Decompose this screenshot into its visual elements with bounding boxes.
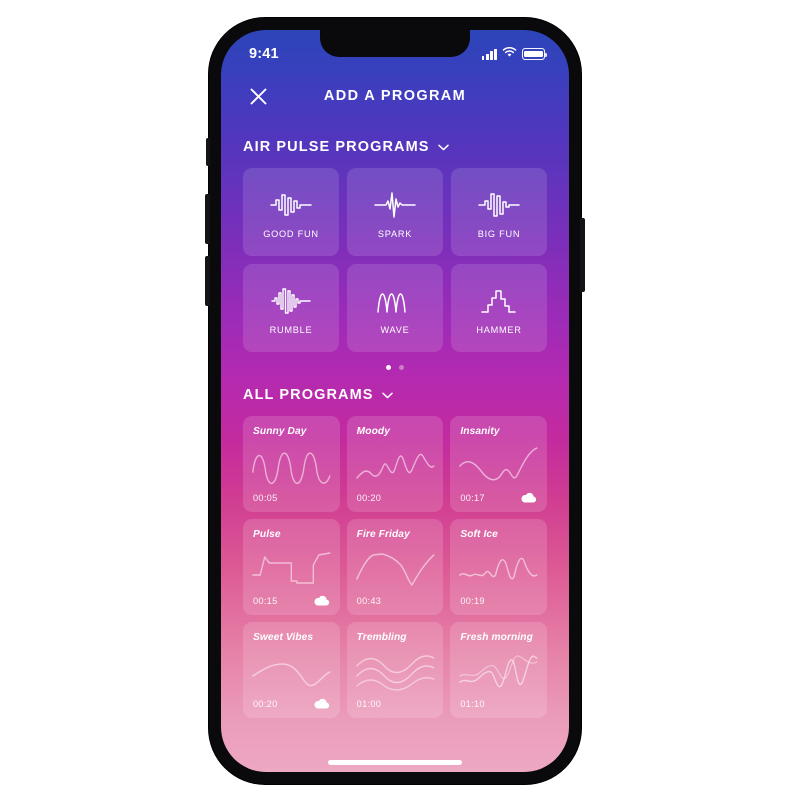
program-waveform — [355, 453, 435, 479]
program-duration: 00:15 — [253, 596, 278, 606]
program-name: Sunny Day — [253, 426, 307, 437]
air-pulse-section-label: AIR PULSE PROGRAMS — [243, 139, 430, 155]
program-card[interactable]: Moody 00:20 — [346, 416, 444, 512]
program-card[interactable]: Sunny Day 00:05 — [243, 416, 340, 512]
program-name: Fire Friday — [356, 529, 410, 540]
cloud-upload-icon[interactable] — [312, 592, 331, 608]
waveform-dense-bars-icon — [269, 281, 313, 321]
screenshot-canvas: 9:41 ADD A PROGRAM AIR PULSE PROGRAMS GO… — [0, 0, 800, 800]
air-pulse-card-hammer[interactable]: HAMMER — [451, 264, 547, 352]
all-programs-grid: Sunny Day 00:05 Moody 00:20 Insanity 00:… — [243, 416, 547, 718]
status-icon-group — [481, 45, 548, 63]
program-duration: 00:17 — [460, 493, 485, 503]
program-duration: 01:00 — [356, 699, 382, 709]
program-waveform — [252, 552, 331, 584]
waveform-ecg-spike-icon — [373, 185, 417, 225]
air-pulse-card-good-fun[interactable]: GOOD FUN — [243, 168, 339, 256]
waveform-staircase-icon — [477, 281, 521, 321]
home-indicator[interactable] — [328, 760, 462, 765]
program-waveform — [252, 452, 331, 484]
program-waveform — [355, 655, 435, 691]
carousel-pagination[interactable] — [243, 365, 547, 370]
program-duration: 00:19 — [460, 596, 485, 606]
program-name: Fresh morning — [460, 632, 533, 643]
program-card[interactable]: Trembling 01:00 — [346, 622, 444, 718]
program-card[interactable]: Soft Ice 00:19 — [450, 519, 547, 615]
pagination-dot-2[interactable] — [399, 365, 404, 370]
program-waveform — [252, 663, 331, 687]
cloud-upload-icon[interactable] — [519, 489, 538, 505]
air-pulse-label: WAVE — [380, 325, 410, 335]
screen-content: AIR PULSE PROGRAMS GOOD FUN SPARK BIG FU… — [221, 122, 569, 772]
program-duration: 00:05 — [253, 493, 278, 503]
program-waveform — [459, 655, 538, 688]
pagination-dot-1[interactable] — [386, 365, 391, 370]
wifi-icon — [502, 45, 517, 63]
air-pulse-card-wave[interactable]: WAVE — [347, 264, 443, 352]
cellular-bars-icon — [481, 48, 497, 60]
air-pulse-card-big-fun[interactable]: BIG FUN — [451, 168, 547, 256]
program-duration: 00:20 — [253, 699, 278, 709]
device-notch — [320, 30, 470, 57]
air-pulse-label: SPARK — [377, 229, 413, 239]
close-x-icon[interactable] — [243, 81, 273, 111]
air-pulse-grid: GOOD FUN SPARK BIG FUN RUMBLE WAVE HAMME… — [243, 168, 547, 352]
all-programs-section-header[interactable]: ALL PROGRAMS — [243, 386, 547, 404]
chevron-down-icon[interactable] — [381, 386, 393, 404]
phone-screen: 9:41 ADD A PROGRAM AIR PULSE PROGRAMS GO… — [221, 30, 569, 772]
program-name: Sweet Vibes — [253, 632, 314, 643]
program-card[interactable]: Pulse 00:15 — [243, 519, 340, 615]
program-waveform — [459, 557, 538, 580]
air-pulse-label: BIG FUN — [477, 229, 521, 239]
volume-down-button[interactable] — [205, 256, 210, 306]
chevron-down-icon[interactable] — [437, 138, 449, 156]
program-name: Insanity — [460, 426, 500, 437]
air-pulse-section-header[interactable]: AIR PULSE PROGRAMS — [243, 138, 547, 156]
air-pulse-label: HAMMER — [476, 325, 522, 335]
all-programs-section-label: ALL PROGRAMS — [243, 387, 374, 403]
silent-switch[interactable] — [206, 138, 210, 166]
program-name: Trembling — [356, 632, 407, 643]
program-duration: 01:10 — [460, 699, 485, 709]
status-time: 9:41 — [249, 46, 279, 62]
page-title: ADD A PROGRAM — [323, 88, 467, 104]
power-button[interactable] — [580, 218, 585, 292]
waveform-square-burst-icon — [269, 185, 313, 225]
program-waveform — [459, 447, 538, 481]
program-waveform — [355, 553, 435, 586]
cloud-upload-icon[interactable] — [312, 695, 331, 711]
program-card[interactable]: Fire Friday 00:43 — [346, 519, 444, 615]
navigation-bar: ADD A PROGRAM — [221, 70, 569, 122]
waveform-sine-icon — [373, 281, 417, 321]
program-duration: 00:20 — [356, 493, 382, 503]
program-duration: 00:43 — [356, 596, 382, 606]
air-pulse-card-spark[interactable]: SPARK — [347, 168, 443, 256]
waveform-square-cluster-icon — [477, 185, 521, 225]
volume-up-button[interactable] — [205, 194, 210, 244]
program-name: Moody — [356, 426, 390, 437]
battery-full-icon — [522, 48, 548, 60]
air-pulse-label: GOOD FUN — [263, 229, 319, 239]
air-pulse-card-rumble[interactable]: RUMBLE — [243, 264, 339, 352]
phone-device-frame: 9:41 ADD A PROGRAM AIR PULSE PROGRAMS GO… — [205, 18, 585, 784]
program-name: Soft Ice — [460, 529, 498, 540]
program-name: Pulse — [253, 529, 281, 540]
program-card[interactable]: Sweet Vibes 00:20 — [243, 622, 340, 718]
program-card[interactable]: Insanity 00:17 — [450, 416, 547, 512]
air-pulse-label: RUMBLE — [269, 325, 313, 335]
program-card[interactable]: Fresh morning 01:10 — [450, 622, 547, 718]
